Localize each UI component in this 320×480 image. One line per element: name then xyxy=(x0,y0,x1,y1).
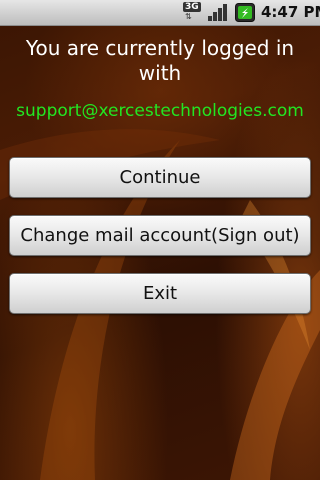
network-activity-arrows: ⇅ xyxy=(185,12,192,21)
continue-button[interactable]: Continue xyxy=(9,157,311,198)
exit-button-label: Exit xyxy=(142,283,178,304)
logged-in-message: You are currently logged in with xyxy=(25,36,295,85)
network-3g-icon: 3G ⇅ xyxy=(183,2,205,22)
change-account-button-label: Change mail account(Sign out) xyxy=(20,225,300,246)
battery-charging-icon xyxy=(235,3,255,22)
status-time: 4:47 PM xyxy=(261,3,320,21)
account-email: support@xercestechnologies.com xyxy=(16,101,304,121)
continue-button-label: Continue xyxy=(119,167,201,188)
exit-button[interactable]: Exit xyxy=(9,273,311,314)
signal-icon xyxy=(208,4,227,21)
status-bar: 3G ⇅ 4:47 PM xyxy=(0,0,320,26)
change-account-button[interactable]: Change mail account(Sign out) xyxy=(9,215,311,256)
network-type-label: 3G xyxy=(183,2,201,12)
